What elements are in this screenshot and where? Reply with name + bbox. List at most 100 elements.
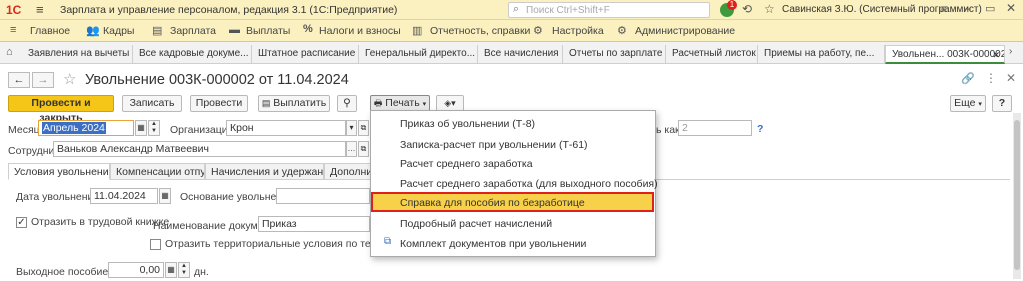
create-based-icon: ◈▾ <box>444 98 456 108</box>
taxes-icon: % <box>303 23 313 35</box>
printer-icon: 🖶 <box>373 98 383 108</box>
notifications-count: 1 <box>727 0 737 10</box>
tab-hirings[interactable]: Приемы на работу, пе... <box>758 45 885 64</box>
staff-icon: 👥 <box>86 25 100 37</box>
print-label: Печать <box>385 97 420 109</box>
right-field[interactable]: 2 <box>678 120 752 136</box>
print-menu-item-average-earnings-severance[interactable]: Расчет среднего заработка (для выходного… <box>400 178 658 190</box>
organization-open-button[interactable]: ⧉ <box>358 120 369 136</box>
favorite-star-icon[interactable]: ☆ <box>63 70 76 88</box>
print-menu-item-dismissal-order[interactable]: Приказ об увольнении (Т-8) <box>400 118 535 130</box>
pay-icon: ▤ <box>261 98 271 108</box>
month-calendar-button[interactable]: ▦ <box>135 120 147 136</box>
link-icon[interactable]: 🔗 <box>961 72 975 85</box>
main-section-icon: ≡ <box>10 24 17 36</box>
user-menu-icon[interactable]: ≡ <box>940 2 947 16</box>
reason-field[interactable] <box>276 188 370 204</box>
subtab-dismissal-conditions[interactable]: Условия увольнения <box>8 163 110 180</box>
doc-name-field[interactable]: Приказ <box>258 216 370 232</box>
month-stepper[interactable]: ▲ ▼ <box>148 120 160 136</box>
reflect-checkbox[interactable]: ✓ <box>16 217 27 228</box>
print-menu-item-documents-set[interactable]: Комплект документов при увольнении <box>400 238 586 250</box>
attach-button[interactable]: ⚲ <box>337 95 357 112</box>
pay-button[interactable]: ▤ Выплатить <box>258 95 330 112</box>
more-button[interactable]: Еще ▾ <box>950 95 986 112</box>
severance-unit: дн. <box>194 266 209 278</box>
tab-payslip[interactable]: Расчетный листок <box>666 45 758 64</box>
pay-label: Выплатить <box>273 97 327 109</box>
employee-open-button[interactable]: ⧉ <box>358 141 369 157</box>
territory-label: Отразить территориальные условия по терр… <box>165 238 370 250</box>
payments-icon: ▬ <box>229 24 240 36</box>
print-menu-item-detailed-accruals[interactable]: Подробный расчет начислений <box>400 218 552 230</box>
more-vertical-icon[interactable]: ⋮ <box>985 71 997 85</box>
paperclip-icon: ⚲ <box>343 97 351 109</box>
dismissal-date-field[interactable]: 11.04.2024 <box>90 188 158 204</box>
severance-calculator-button[interactable]: ▦ <box>165 262 177 278</box>
menu-main[interactable]: Главное <box>30 25 70 37</box>
post-button[interactable]: Провести <box>190 95 248 112</box>
organization-field[interactable]: Крон <box>226 120 346 136</box>
menu-salary[interactable]: Зарплата <box>170 25 216 37</box>
favorites-icon[interactable]: ☆ <box>764 2 775 16</box>
severance-stepper[interactable]: ▲ ▼ <box>178 262 190 278</box>
salary-icon: ▤ <box>152 25 163 37</box>
more-label: Еще <box>954 97 976 109</box>
app-logo: 1С <box>6 3 22 17</box>
menu-reports[interactable]: Отчетность, справки <box>430 25 530 37</box>
tab-staff-schedule[interactable]: Штатное расписание <box>252 45 359 64</box>
help-button[interactable]: ? <box>992 95 1012 112</box>
tabs-scroll-icon[interactable]: › <box>1009 46 1012 57</box>
right-field-help[interactable]: ? <box>757 123 763 135</box>
tab-all-hr-documents[interactable]: Все кадровые докуме... <box>133 45 252 64</box>
menu-settings[interactable]: Настройка <box>552 25 604 37</box>
back-button[interactable]: ← <box>8 72 30 88</box>
menu-staff[interactable]: Кадры <box>103 25 134 37</box>
employee-select-button[interactable]: … <box>346 141 357 157</box>
subtab-vacation-compensation[interactable]: Компенсации отпуска <box>110 163 205 180</box>
severance-field[interactable]: 0,00 <box>108 262 164 278</box>
employee-field[interactable]: Ваньков Александр Матвеевич <box>53 141 346 157</box>
app-title: Зарплата и управление персоналом, редакц… <box>60 4 398 16</box>
search-placeholder: Поиск Ctrl+Shift+F <box>526 5 610 16</box>
post-and-close-button[interactable]: Провести и закрыть <box>8 95 114 124</box>
month-field[interactable]: Апрель 2024 <box>38 120 134 136</box>
menu-administration[interactable]: Администрирование <box>635 25 735 37</box>
tab-dismissal-label: Увольнен... 003К-000002 <box>892 49 1005 60</box>
tab-general-director[interactable]: Генеральный директо... <box>359 45 478 64</box>
minimize-icon[interactable]: – <box>964 1 971 15</box>
restore-icon[interactable]: ▭ <box>985 2 995 15</box>
home-icon[interactable]: ⌂ <box>6 46 13 58</box>
subtab-accruals-deductions[interactable]: Начисления и удержания <box>205 163 324 180</box>
tab-all-accruals[interactable]: Все начисления <box>478 45 563 64</box>
print-menu-item-settlement-note[interactable]: Записка-расчет при увольнении (Т-61) <box>400 139 588 151</box>
reflect-label: Отразить в трудовой книжке <box>31 216 170 228</box>
main-menu-icon[interactable]: ≡ <box>36 2 44 17</box>
save-button[interactable]: Записать <box>122 95 182 112</box>
search-icon: ⌕ <box>513 3 520 15</box>
menu-payments[interactable]: Выплаты <box>246 25 290 37</box>
organization-dropdown-button[interactable]: ▾ <box>346 120 357 136</box>
print-chevron-down-icon: ▾ <box>422 101 427 108</box>
close-tab-icon[interactable]: ✕ <box>992 46 1000 62</box>
close-window-icon[interactable]: ✕ <box>1006 1 1016 15</box>
month-value: Апрель 2024 <box>42 122 106 134</box>
current-user[interactable]: Савинская З.Ю. (Системный программист) <box>782 4 982 15</box>
settings-wrench-icon: ⚙ <box>533 25 543 37</box>
subtab-additional[interactable]: Дополните <box>324 163 372 180</box>
print-menu-item-average-earnings[interactable]: Расчет среднего заработка <box>400 158 533 170</box>
tab-deduction-requests[interactable]: Заявления на вычеты <box>22 45 133 64</box>
close-form-icon[interactable]: ✕ <box>1006 71 1016 85</box>
documents-set-icon: ⧉ <box>384 236 392 247</box>
history-icon[interactable]: ⟲ <box>742 2 752 16</box>
global-search[interactable]: ⌕ Поиск Ctrl+Shift+F <box>508 2 710 18</box>
tab-dismissal-active[interactable]: Увольнен... 003К-000002 ✕ <box>885 45 1005 64</box>
print-menu-item-unemployment-certificate[interactable]: Справка для пособия по безработице <box>400 197 585 209</box>
tab-salary-reports[interactable]: Отчеты по зарплате <box>563 45 666 64</box>
admin-gear-icon: ⚙ <box>617 25 627 37</box>
territory-checkbox[interactable] <box>150 239 161 250</box>
forward-button[interactable]: → <box>32 72 54 88</box>
dismissal-date-calendar-button[interactable]: ▦ <box>159 188 171 204</box>
menu-taxes[interactable]: Налоги и взносы <box>319 25 401 37</box>
vertical-scrollbar-thumb[interactable] <box>1014 120 1020 270</box>
